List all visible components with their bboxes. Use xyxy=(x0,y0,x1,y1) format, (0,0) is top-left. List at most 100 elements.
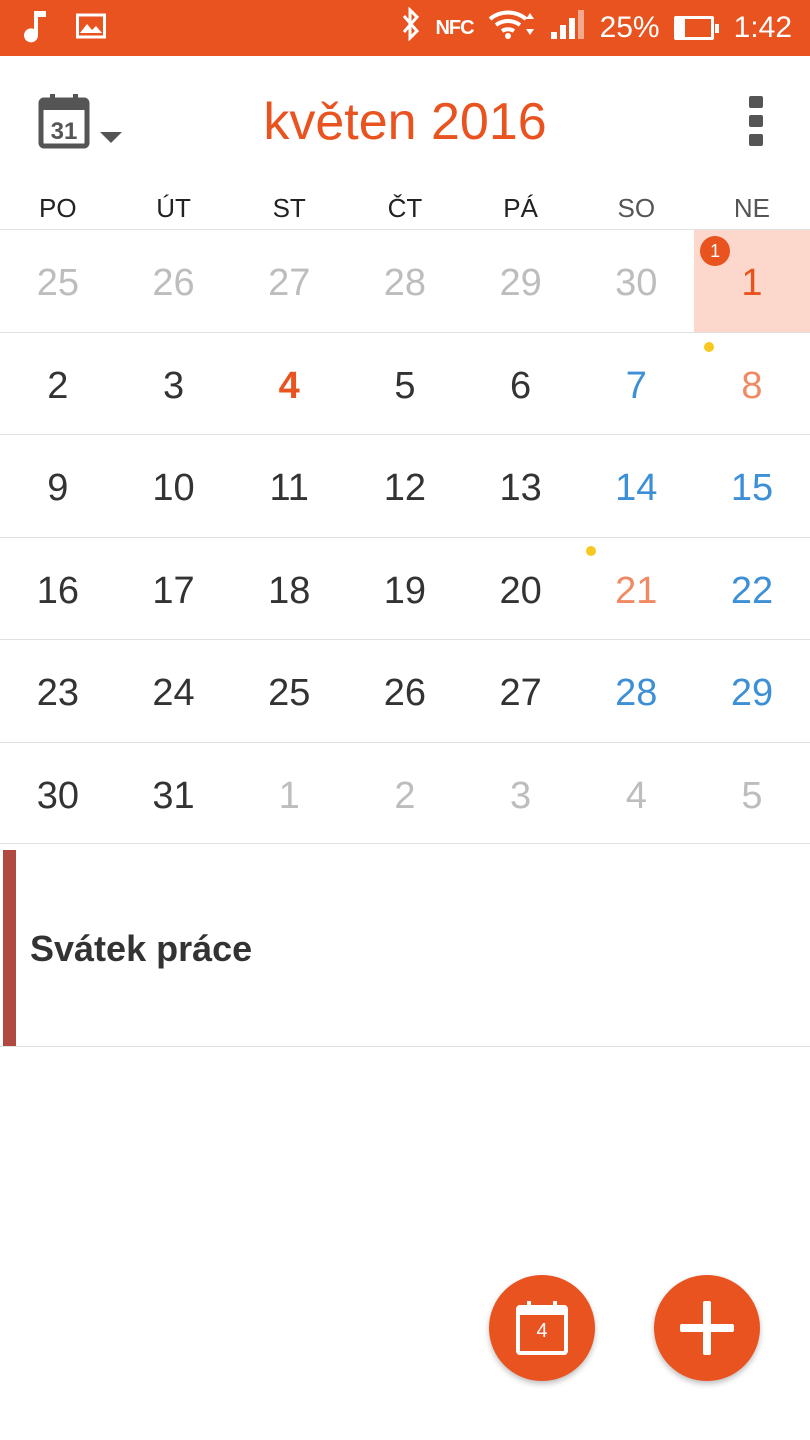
day-cell[interactable]: 6 xyxy=(463,333,579,435)
day-cell[interactable]: 1 xyxy=(231,743,347,844)
battery-percent: 25% xyxy=(599,11,660,44)
day-number: 11 xyxy=(269,467,309,509)
battery-fill xyxy=(676,19,686,37)
day-number: 31 xyxy=(152,774,195,817)
weekday-label: ST xyxy=(272,193,306,223)
today-number: 4 xyxy=(536,1320,548,1342)
bluetooth-icon xyxy=(401,6,421,49)
day-cell[interactable]: 27 xyxy=(231,230,347,332)
day-number: 3 xyxy=(510,774,532,817)
day-cell[interactable]: 13 xyxy=(463,435,579,537)
day-number: 28 xyxy=(383,262,427,304)
month-title[interactable]: květen 2016 xyxy=(0,92,810,152)
day-cell[interactable]: 29 xyxy=(694,640,810,742)
battery-icon xyxy=(673,16,719,40)
day-number: 25 xyxy=(268,672,311,714)
day-number: 23 xyxy=(36,672,79,714)
day-cell[interactable]: 28 xyxy=(578,640,694,742)
music-note-icon xyxy=(24,9,50,48)
week-row: 30 31 1 2 3 4 5 xyxy=(0,741,810,844)
event-color-bar xyxy=(3,850,16,1046)
day-cell[interactable]: 27 xyxy=(463,640,579,742)
day-cell[interactable]: 16 xyxy=(0,538,116,640)
day-cell[interactable]: 3 xyxy=(116,333,232,435)
day-cell[interactable]: 10 xyxy=(116,435,232,537)
day-number: 13 xyxy=(499,467,542,509)
day-cell[interactable]: 5 xyxy=(347,333,463,435)
overflow-menu-icon[interactable] xyxy=(746,96,766,146)
day-cell[interactable]: 25 xyxy=(0,230,116,332)
day-cell[interactable]: 11 xyxy=(231,435,347,537)
plus-icon-vertical xyxy=(703,1301,711,1355)
weekday-label: ČT xyxy=(387,193,423,223)
event-list-item[interactable]: Svátek práce xyxy=(0,850,810,1047)
day-number: 3 xyxy=(162,364,185,407)
day-cell[interactable]: 5 xyxy=(694,743,810,844)
day-number: 4 xyxy=(625,774,647,817)
day-number: 28 xyxy=(615,672,658,714)
day-number: 2 xyxy=(47,364,69,407)
day-number: 18 xyxy=(268,569,311,612)
signal-icon xyxy=(550,8,586,48)
day-number: 15 xyxy=(730,467,774,509)
day-cell[interactable]: 29 xyxy=(463,230,579,332)
day-cell[interactable]: 26 xyxy=(347,640,463,742)
day-number: 8 xyxy=(741,364,763,407)
day-cell[interactable]: 3 xyxy=(463,743,579,844)
weekday-header: PO ÚT ST ČT PÁ SO NE xyxy=(0,186,810,230)
day-cell[interactable]: 28 xyxy=(347,230,463,332)
day-number: 24 xyxy=(152,672,195,714)
day-number: 17 xyxy=(152,569,195,612)
day-number: 4 xyxy=(278,364,300,407)
day-cell[interactable]: 24 xyxy=(116,640,232,742)
day-cell[interactable]: 8 xyxy=(694,333,810,435)
day-cell[interactable]: 25 xyxy=(231,640,347,742)
day-cell[interactable]: 30 xyxy=(578,230,694,332)
status-bar-right: NFC 25% 1:42 xyxy=(401,0,792,56)
day-number: 27 xyxy=(499,672,542,714)
event-dot xyxy=(704,341,715,352)
day-cell-today[interactable]: 4 xyxy=(231,333,347,435)
day-number: 5 xyxy=(394,364,416,407)
image-icon xyxy=(76,13,106,44)
day-number: 26 xyxy=(152,262,195,304)
day-cell[interactable]: 21 xyxy=(578,538,694,640)
weekday-label: ÚT xyxy=(156,193,191,223)
day-cell[interactable]: 4 xyxy=(578,743,694,844)
day-cell[interactable]: 2 xyxy=(0,333,116,435)
weekday-label: SO xyxy=(617,193,656,223)
day-cell[interactable]: 17 xyxy=(116,538,232,640)
day-cell[interactable]: 18 xyxy=(231,538,347,640)
day-number: 14 xyxy=(615,467,658,509)
go-to-today-button[interactable]: 4 xyxy=(489,1275,595,1381)
add-event-button[interactable] xyxy=(654,1275,760,1381)
day-cell[interactable]: 2 xyxy=(347,743,463,844)
day-number: 22 xyxy=(730,569,774,612)
weekday-label: PO xyxy=(39,193,77,223)
day-number: 30 xyxy=(36,774,79,817)
day-number: 29 xyxy=(730,672,774,714)
app-header: 31 květen 2016 xyxy=(0,56,810,186)
day-cell[interactable]: 20 xyxy=(463,538,579,640)
week-row: 9 10 11 12 13 14 15 xyxy=(0,434,810,537)
day-cell[interactable]: 19 xyxy=(347,538,463,640)
day-cell[interactable]: 9 xyxy=(0,435,116,537)
weekday-label: NE xyxy=(733,193,771,223)
day-cell[interactable]: 14 xyxy=(578,435,694,537)
weekday-label: PÁ xyxy=(503,193,538,223)
event-title: Svátek práce xyxy=(30,928,253,969)
day-cell[interactable]: 12 xyxy=(347,435,463,537)
day-number: 16 xyxy=(36,569,79,612)
day-cell[interactable]: 23 xyxy=(0,640,116,742)
day-cell[interactable]: 31 xyxy=(116,743,232,844)
day-cell[interactable]: 7 xyxy=(578,333,694,435)
day-cell[interactable]: 30 xyxy=(0,743,116,844)
status-bar: NFC 25% 1:42 xyxy=(0,0,810,56)
day-number: 26 xyxy=(383,672,427,714)
day-cell[interactable]: 26 xyxy=(116,230,232,332)
day-cell[interactable]: 22 xyxy=(694,538,810,640)
day-cell[interactable]: 15 xyxy=(694,435,810,537)
week-row: 23 24 25 26 27 28 29 xyxy=(0,639,810,742)
day-number: 20 xyxy=(499,569,542,612)
day-cell-selected[interactable]: 1 1 xyxy=(694,230,810,332)
